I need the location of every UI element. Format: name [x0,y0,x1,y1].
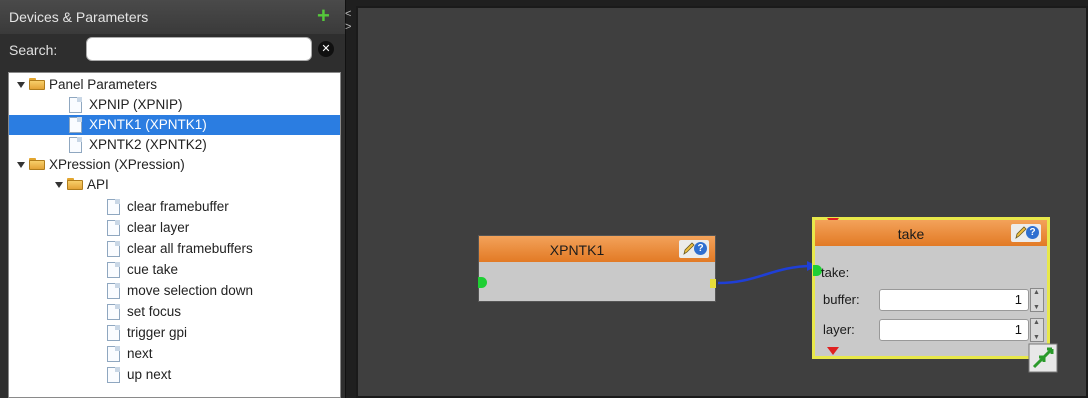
tree-item-move-selection-down[interactable]: move selection down [9,281,340,301]
clear-icon[interactable]: ✕ [318,41,334,57]
param-label-take: take: [821,265,850,280]
tree-item-up-next[interactable]: up next [9,365,340,385]
tree-item-next[interactable]: next [9,344,340,364]
tree-item-clear-layer[interactable]: clear layer [9,218,340,238]
tree-item-xpnip[interactable]: XPNIP (XPNIP) [9,95,340,115]
document-icon [107,220,120,236]
tree-label: up next [127,367,172,382]
help-icon[interactable]: ? [694,242,707,255]
tree-label: API [87,177,109,192]
tree-item-set-focus[interactable]: set focus [9,302,340,322]
search-input[interactable] [86,37,312,61]
param-label-layer: layer: [823,322,855,337]
panel-header: Devices & Parameters + [0,0,345,34]
expand-arrow-icon[interactable] [17,82,25,88]
tree-label: XPNTK2 (XPNTK2) [89,137,207,152]
document-icon [107,283,120,299]
block-title: XPNTK1 [549,242,605,258]
tree-item-trigger-gpi[interactable]: trigger gpi [9,323,340,343]
buffer-stepper[interactable] [1030,288,1044,312]
tree-label: clear framebuffer [127,199,229,214]
tree-label: Panel Parameters [49,77,158,92]
output-port-icon[interactable] [710,279,716,288]
tree-item-cue-take[interactable]: cue take [9,260,340,280]
document-icon [107,262,120,278]
search-label: Search: [9,42,58,58]
tree-item-xpntk1[interactable]: XPNTK1 (XPNTK1) [9,115,340,135]
tree-label: next [127,346,153,361]
tree-folder-api[interactable]: API [9,175,340,195]
device-tree: Panel Parameters XPNIP (XPNIP) XPNTK1 (X… [8,72,341,398]
source-block-xpntk1[interactable]: XPNTK1 ? [478,235,716,302]
document-icon [107,367,120,383]
document-icon [69,97,82,113]
document-icon [107,346,120,362]
resize-icon[interactable] [1028,343,1058,373]
folder-icon [29,158,45,170]
block-title: take [897,226,925,242]
take-block[interactable]: take ? take: buffer: 1 layer: 1 [812,217,1050,359]
document-icon [107,241,120,257]
tree-item-clear-all-framebuffers[interactable]: clear all framebuffers [9,239,340,259]
logic-canvas[interactable]: XPNTK1 ? take ? take: buffer: 1 ▲ ▼ laye… [356,6,1088,398]
tree-folder-panel-parameters[interactable]: Panel Parameters [9,75,340,95]
tree-label: cue take [127,262,179,277]
collapse-panel-icon[interactable]: < > [345,8,355,36]
tree-label: clear layer [127,220,190,235]
document-icon [107,325,120,341]
block-header: take ? [815,220,1047,246]
tree-label: XPNIP (XPNIP) [89,97,183,112]
input-port-icon[interactable] [478,277,487,288]
expand-arrow-icon[interactable] [17,162,25,168]
help-icon[interactable]: ? [1026,226,1039,239]
document-icon [69,137,82,153]
layer-field[interactable]: 1 [879,319,1029,341]
folder-icon [67,178,83,190]
expand-arrow-icon[interactable] [55,182,63,188]
tree-label: trigger gpi [127,325,188,340]
devices-parameters-panel: Devices & Parameters + Search: ✕ Panel P… [0,0,346,398]
param-label-buffer: buffer: [823,292,860,307]
edit-help-icons: ? [679,240,709,258]
tree-label: XPression (XPression) [49,157,185,172]
buffer-field[interactable]: 1 [879,289,1029,311]
document-icon [69,117,82,133]
folder-icon [29,78,45,90]
document-icon [107,199,120,215]
tree-label: clear all framebuffers [127,241,253,256]
panel-title: Devices & Parameters [9,9,149,25]
tree-label: set focus [127,304,182,319]
plus-icon[interactable]: + [317,5,330,27]
tree-item-xpntk2[interactable]: XPNTK2 (XPNTK2) [9,135,340,155]
document-icon [107,304,120,320]
tree-item-clear-framebuffer[interactable]: clear framebuffer [9,197,340,217]
edit-help-icons: ? [1011,224,1041,242]
trigger-out-icon[interactable] [827,347,839,355]
layer-stepper[interactable] [1030,318,1044,342]
tree-folder-xpression[interactable]: XPression (XPression) [9,155,340,175]
search-row: Search: ✕ [0,34,345,68]
block-header: XPNTK1 ? [479,236,715,262]
tree-label: move selection down [127,283,254,298]
tree-label: XPNTK1 (XPNTK1) [89,117,207,132]
